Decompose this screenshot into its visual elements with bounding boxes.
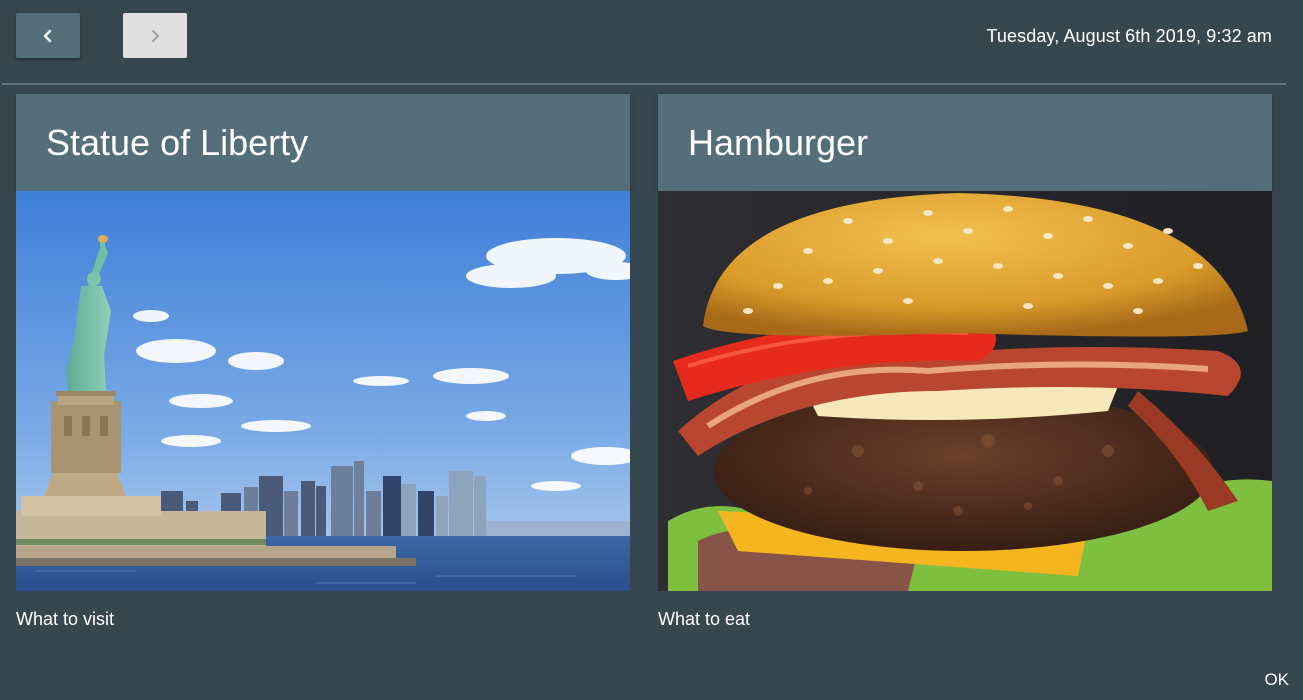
chevron-left-icon — [43, 29, 52, 42]
statue-of-liberty-image[interactable] — [16, 191, 630, 591]
card-statue-of-liberty[interactable]: Statue of Liberty What to visit — [16, 94, 630, 630]
card-header: Statue of Liberty — [16, 94, 630, 191]
card-caption: What to eat — [658, 609, 751, 629]
card-hamburger[interactable]: Hamburger What to eat — [658, 94, 1272, 630]
chevron-right-icon — [152, 29, 159, 42]
header-divider — [2, 83, 1286, 85]
top-bar: Tuesday, August 6th 2019, 9:32 am — [0, 0, 1303, 84]
card-caption: What to visit — [16, 609, 115, 629]
hamburger-image[interactable] — [658, 191, 1272, 591]
card-title: Hamburger — [688, 121, 869, 163]
back-button[interactable] — [16, 13, 80, 58]
datetime-label: Tuesday, August 6th 2019, 9:32 am — [986, 26, 1272, 46]
ok-button[interactable]: OK — [1264, 670, 1289, 690]
card-header: Hamburger — [658, 94, 1272, 191]
forward-button[interactable] — [123, 13, 187, 58]
card-title: Statue of Liberty — [46, 121, 309, 163]
